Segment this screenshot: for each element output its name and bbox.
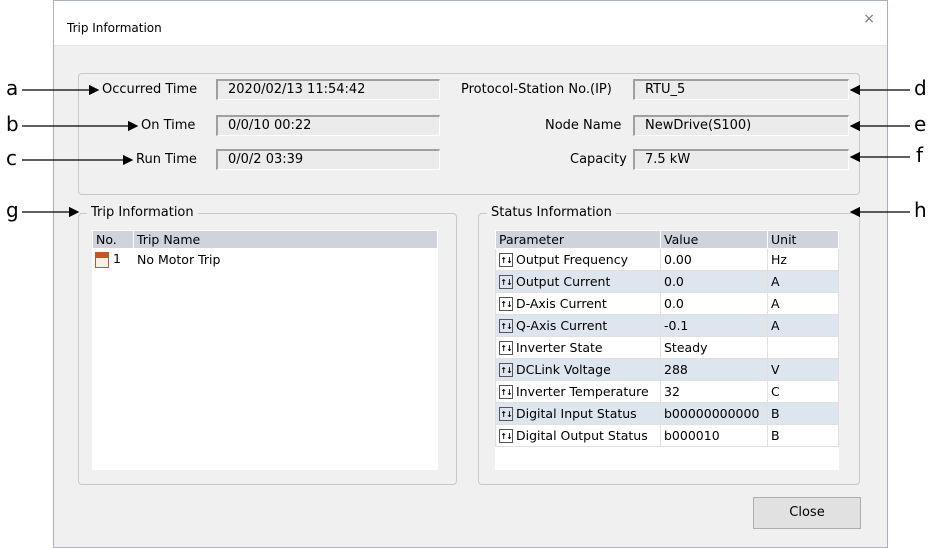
callout-arrows xyxy=(22,84,910,218)
callout-a: a xyxy=(6,76,19,100)
callout-b: b xyxy=(6,112,19,136)
callout-d: d xyxy=(914,76,927,100)
callout-e: e xyxy=(914,112,927,136)
callout-c: c xyxy=(6,146,17,170)
callout-g: g xyxy=(6,198,19,222)
callout-f: f xyxy=(916,143,924,167)
callout-h: h xyxy=(914,198,927,222)
